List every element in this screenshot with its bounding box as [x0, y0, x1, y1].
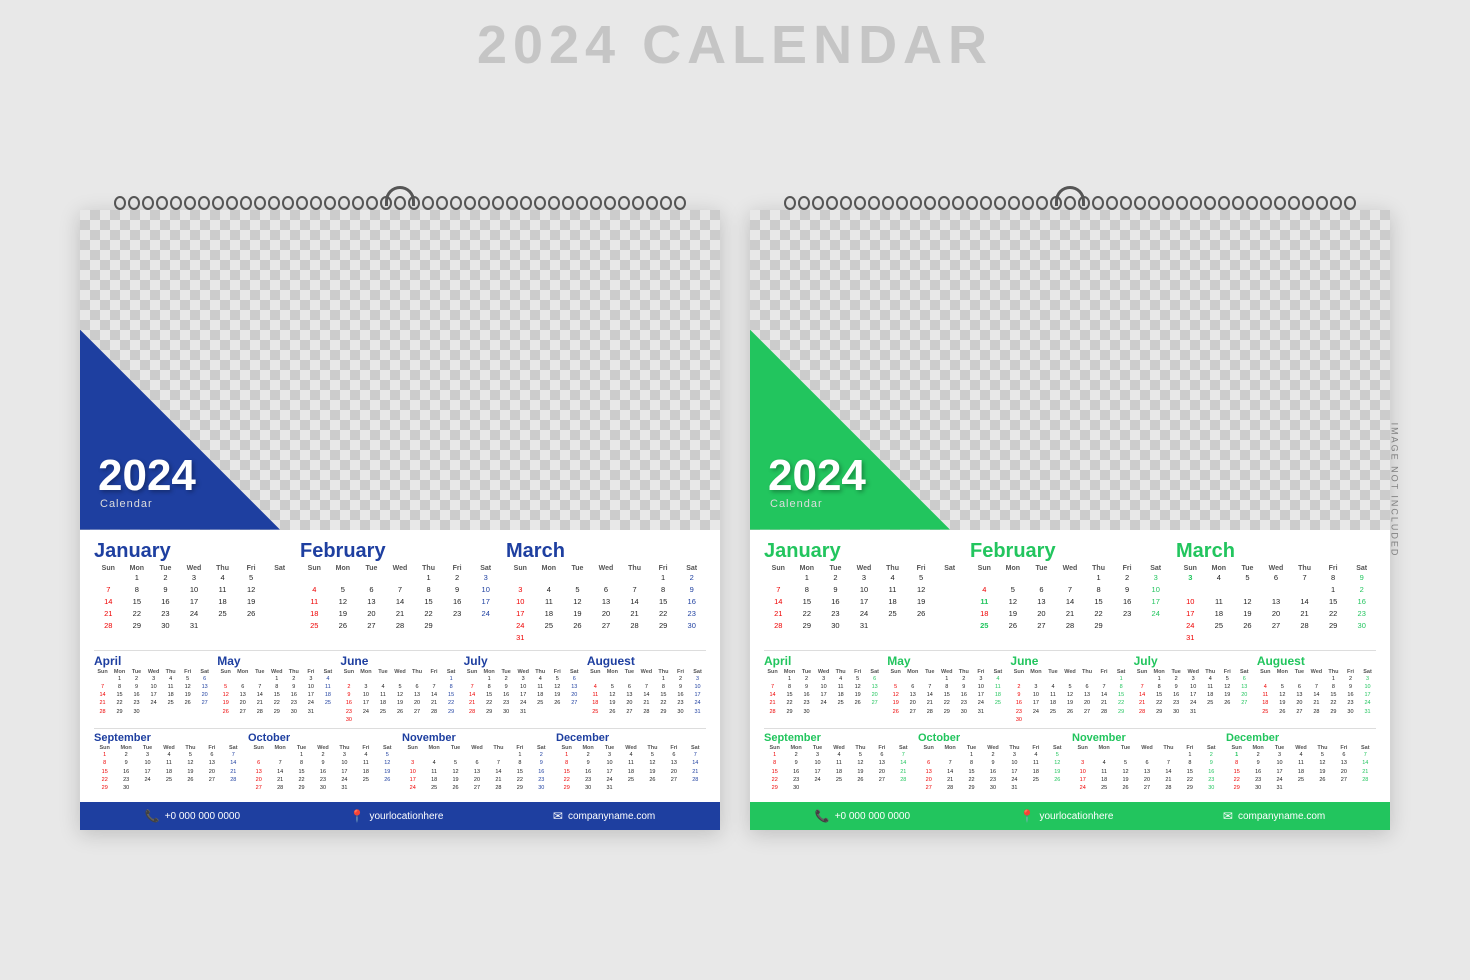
location-icon-green: 📍 [1020, 809, 1035, 823]
month-january-blue: January SunMonTueWedThuFriSat 12345 7891… [94, 540, 294, 644]
phone-icon-green: 📞 [815, 809, 830, 823]
email-icon: ✉ [553, 809, 563, 823]
month-february-blue: February SunMonTueWedThuFriSat 123 45678… [300, 540, 500, 644]
month-march-green: March SunMonTueWedThuFriSat 3456789 12 1… [1176, 540, 1376, 644]
footer-green: 📞 +0 000 000 0000 📍 yourlocationhere ✉ c… [750, 802, 1390, 830]
blue-calendar: 2024 Calendar January SunMonTueWedThuFri… [80, 210, 720, 831]
side-label-right: IMAGE NOT INCLUDED [1390, 423, 1400, 558]
month-march-blue: March SunMonTueWedThuFriSat 12 3456789 1… [506, 540, 706, 644]
cal-body-blue: January SunMonTueWedThuFriSat 12345 7891… [80, 530, 720, 797]
mid-months-blue: April SunMonTueWedThuFriSat 123456 78910… [94, 654, 706, 725]
footer-website-blue: ✉ companyname.com [553, 809, 655, 823]
phone-icon: 📞 [145, 809, 160, 823]
footer-blue: 📞 +0 000 000 0000 📍 yourlocationhere ✉ c… [80, 802, 720, 830]
location-icon: 📍 [350, 809, 365, 823]
footer-website-green: ✉ companyname.com [1223, 809, 1325, 823]
footer-phone-blue: 📞 +0 000 000 0000 [145, 809, 240, 823]
photo-area-blue: 2024 Calendar [80, 210, 720, 530]
photo-area-green: 2024 Calendar [750, 210, 1390, 530]
footer-phone-green: 📞 +0 000 000 0000 [815, 809, 910, 823]
cal-body-green: January SunMonTueWedThuFriSat 12345 7891… [750, 530, 1390, 797]
email-icon-green: ✉ [1223, 809, 1233, 823]
bot-months-blue: September SunMonTueWedThuFriSat 1234567 … [94, 732, 706, 792]
mid-months-green: April SunMonTueWedThuFriSat 123456 78910… [764, 654, 1376, 725]
month-january-green: January SunMonTueWedThuFriSat 12345 7891… [764, 540, 964, 644]
spiral-binding-green [750, 196, 1390, 210]
footer-location-blue: 📍 yourlocationhere [350, 809, 444, 823]
spiral-binding-blue [80, 196, 720, 210]
green-calendar: 2024 Calendar January SunMonTueWedThuFri… [750, 210, 1390, 831]
footer-location-green: 📍 yourlocationhere [1020, 809, 1114, 823]
bot-months-green: September SunMonTueWedThuFriSat 1234567 … [764, 732, 1376, 792]
month-february-green: February SunMonTueWedThuFriSat 123 45678… [970, 540, 1170, 644]
